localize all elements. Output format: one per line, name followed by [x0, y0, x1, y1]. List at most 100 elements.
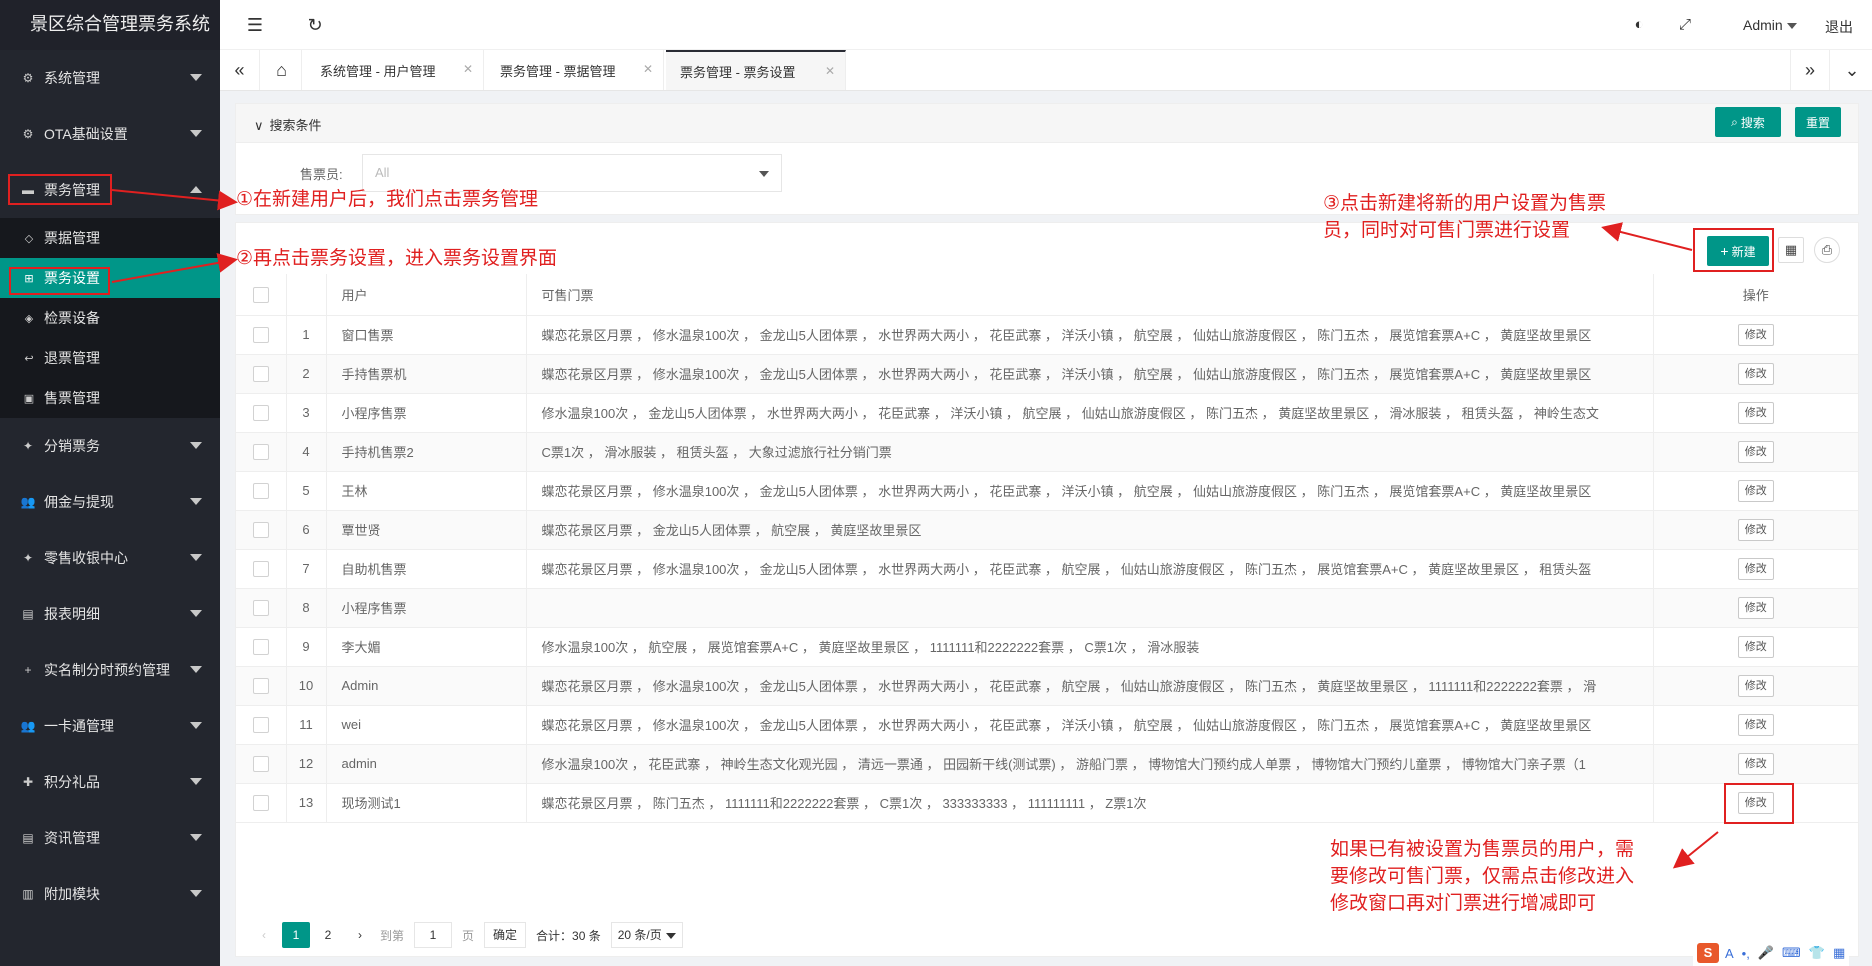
- row-checkbox[interactable]: [252, 482, 269, 499]
- row-index: 1: [286, 315, 327, 355]
- row-checkbox[interactable]: [252, 599, 269, 616]
- menu-addons[interactable]: ▥ 附加模块: [0, 866, 220, 922]
- row-checkbox[interactable]: [252, 443, 269, 460]
- ticketing-submenu: ◇ 票据管理 ⊞ 票务设置 ◈ 检票设备 ↩ 退票管理 ▣ 售票管理: [0, 218, 220, 418]
- menu-ticketing[interactable]: ▬ 票务管理: [0, 162, 220, 218]
- menu-system[interactable]: ⚙ 系统管理: [0, 50, 220, 106]
- columns-icon[interactable]: ▦: [1778, 237, 1804, 263]
- row-checkbox[interactable]: [252, 404, 269, 421]
- row-checkbox[interactable]: [252, 365, 269, 382]
- goto-confirm-button[interactable]: 确定: [484, 922, 527, 948]
- edit-button[interactable]: 修改: [1737, 401, 1774, 424]
- select-all-checkbox[interactable]: [252, 286, 269, 303]
- edit-button[interactable]: 修改: [1737, 596, 1774, 619]
- row-select-cell: [236, 393, 287, 433]
- row-tickets: 蝶恋花景区月票 ， 修水温泉100次 ， 金龙山5人团体票 ， 水世界两大两小 …: [526, 471, 1654, 511]
- goto-input[interactable]: 1: [414, 922, 453, 948]
- edit-button[interactable]: 修改: [1737, 362, 1774, 385]
- edit-button[interactable]: 修改: [1737, 479, 1774, 502]
- row-checkbox[interactable]: [252, 326, 269, 343]
- menu-news[interactable]: ▤ 资讯管理: [0, 810, 220, 866]
- sidebar-item-ticket-settings[interactable]: ⊞ 票务设置: [0, 258, 220, 298]
- logout-link[interactable]: 退出: [1825, 17, 1853, 37]
- sidebar-item-ticket-records[interactable]: ◇ 票据管理: [0, 218, 220, 258]
- select-all-cell: [236, 274, 287, 316]
- row-checkbox[interactable]: [252, 794, 269, 811]
- tabs-menu-chevron-icon[interactable]: ⌄: [1832, 50, 1872, 90]
- tab-ticket-records[interactable]: 票务管理 - 票据管理 ✕: [486, 50, 664, 90]
- prev-page-icon[interactable]: ‹: [250, 922, 278, 948]
- sidebar-item-refunds[interactable]: ↩ 退票管理: [0, 338, 220, 378]
- sidebar-item-sales[interactable]: ▣ 售票管理: [0, 378, 220, 418]
- close-icon[interactable]: ✕: [643, 62, 653, 76]
- table-row: 10 Admin 蝶恋花景区月票 ， 修水温泉100次 ， 金龙山5人团体票 ， 水…: [236, 666, 1858, 706]
- edit-button[interactable]: 修改: [1737, 440, 1774, 463]
- row-ops: 修改: [1653, 666, 1858, 706]
- search-button[interactable]: ⌕ 搜索: [1715, 107, 1781, 137]
- edit-button[interactable]: 修改: [1737, 713, 1774, 736]
- user-name: Admin: [1743, 17, 1783, 33]
- row-checkbox[interactable]: [252, 716, 269, 733]
- annotation-edit-line3: 修改窗口再对门票进行增减即可: [1330, 893, 1597, 914]
- home-icon[interactable]: ⌂: [262, 50, 302, 90]
- sogou-logo-icon: S: [1697, 943, 1719, 963]
- table-row: 13 现场测试1 蝶恋花景区月票 ， 陈门五杰 ， 1111111和2222222套…: [236, 783, 1858, 823]
- palette-icon[interactable]: ◐: [1628, 14, 1650, 36]
- edit-button[interactable]: 修改: [1737, 791, 1774, 814]
- per-page-select[interactable]: 20 条/页: [610, 922, 683, 948]
- menu-retail[interactable]: ✦ 零售收银中心: [0, 530, 220, 586]
- close-icon[interactable]: ✕: [463, 62, 473, 76]
- search-title[interactable]: ∨ 搜索条件: [254, 115, 322, 134]
- menu-commission[interactable]: 👥 佣金与提现: [0, 474, 220, 530]
- distribution-icon: ✦: [22, 439, 34, 453]
- tabs-scroll-right-icon[interactable]: »: [1790, 50, 1830, 90]
- row-user: 窗口售票: [326, 315, 527, 355]
- search-button-label: 搜索: [1740, 115, 1765, 130]
- table-row: 4 手持机售票2 C票1次 ， 滑冰服装 ， 租赁头盔 ， 大象过滤旅行社分销门票 修…: [236, 432, 1858, 472]
- menu-label: 积分礼品: [44, 774, 100, 790]
- edit-button[interactable]: 修改: [1737, 635, 1774, 658]
- menu-points[interactable]: ✚ 积分礼品: [0, 754, 220, 810]
- menu-distribution[interactable]: ✦ 分销票务: [0, 418, 220, 474]
- sidebar-item-check-devices[interactable]: ◈ 检票设备: [0, 298, 220, 338]
- tab-ticket-settings[interactable]: 票务管理 - 票务设置 ✕: [666, 50, 846, 90]
- menu-ota[interactable]: ⚙ OTA基础设置: [0, 106, 220, 162]
- table-row: 11 wei 蝶恋花景区月票 ， 修水温泉100次 ， 金龙山5人团体票 ， 水世界…: [236, 705, 1858, 745]
- tabs-scroll-left-icon[interactable]: «: [220, 50, 260, 90]
- edit-button[interactable]: 修改: [1737, 323, 1774, 346]
- row-checkbox[interactable]: [252, 521, 269, 538]
- row-checkbox[interactable]: [252, 677, 269, 694]
- new-button[interactable]: + 新建: [1707, 236, 1769, 266]
- edit-button[interactable]: 修改: [1737, 557, 1774, 580]
- print-icon[interactable]: ⎙: [1814, 237, 1840, 263]
- row-checkbox[interactable]: [252, 560, 269, 577]
- reset-button[interactable]: 重置: [1795, 107, 1841, 137]
- page-2[interactable]: 2: [314, 922, 342, 948]
- menu-card[interactable]: 👥 一卡通管理: [0, 698, 220, 754]
- edit-button[interactable]: 修改: [1737, 518, 1774, 541]
- page-1[interactable]: 1: [282, 922, 310, 948]
- close-icon[interactable]: ✕: [825, 64, 835, 78]
- fullscreen-icon[interactable]: ⤢: [1674, 14, 1696, 36]
- row-ops: 修改: [1653, 354, 1858, 394]
- ime-toolbar[interactable]: S A •, 🎤 ⌨ 👕 ▦: [1693, 940, 1850, 966]
- edit-button[interactable]: 修改: [1737, 674, 1774, 697]
- refresh-icon[interactable]: ↻: [304, 14, 326, 36]
- table-row: 9 李大媚 修水温泉100次 ， 航空展 ， 展览馆套票A+C ， 黄庭坚故里景区 …: [236, 627, 1858, 667]
- next-page-icon[interactable]: ›: [346, 922, 374, 948]
- shield-check-icon: ◈: [24, 312, 34, 325]
- user-menu[interactable]: Admin: [1743, 17, 1797, 33]
- row-checkbox[interactable]: [252, 638, 269, 655]
- caret-down-icon: [665, 932, 676, 939]
- table-row: 7 自助机售票 蝶恋花景区月票 ， 修水温泉100次 ， 金龙山5人团体票 ， 水世…: [236, 549, 1858, 589]
- row-checkbox[interactable]: [252, 755, 269, 772]
- tab-user-management[interactable]: 系统管理 - 用户管理 ✕: [306, 50, 484, 90]
- menu-reports[interactable]: ▤ 报表明细: [0, 586, 220, 642]
- edit-button[interactable]: 修改: [1737, 752, 1774, 775]
- ticket-icon: ▬: [22, 183, 34, 197]
- sub-label: 票务设置: [44, 270, 100, 286]
- menu-collapse-icon[interactable]: ☰: [244, 14, 266, 36]
- row-user: 手持售票机: [326, 354, 527, 394]
- row-select-cell: [236, 744, 287, 784]
- menu-reservation[interactable]: + 实名制分时预约管理: [0, 642, 220, 698]
